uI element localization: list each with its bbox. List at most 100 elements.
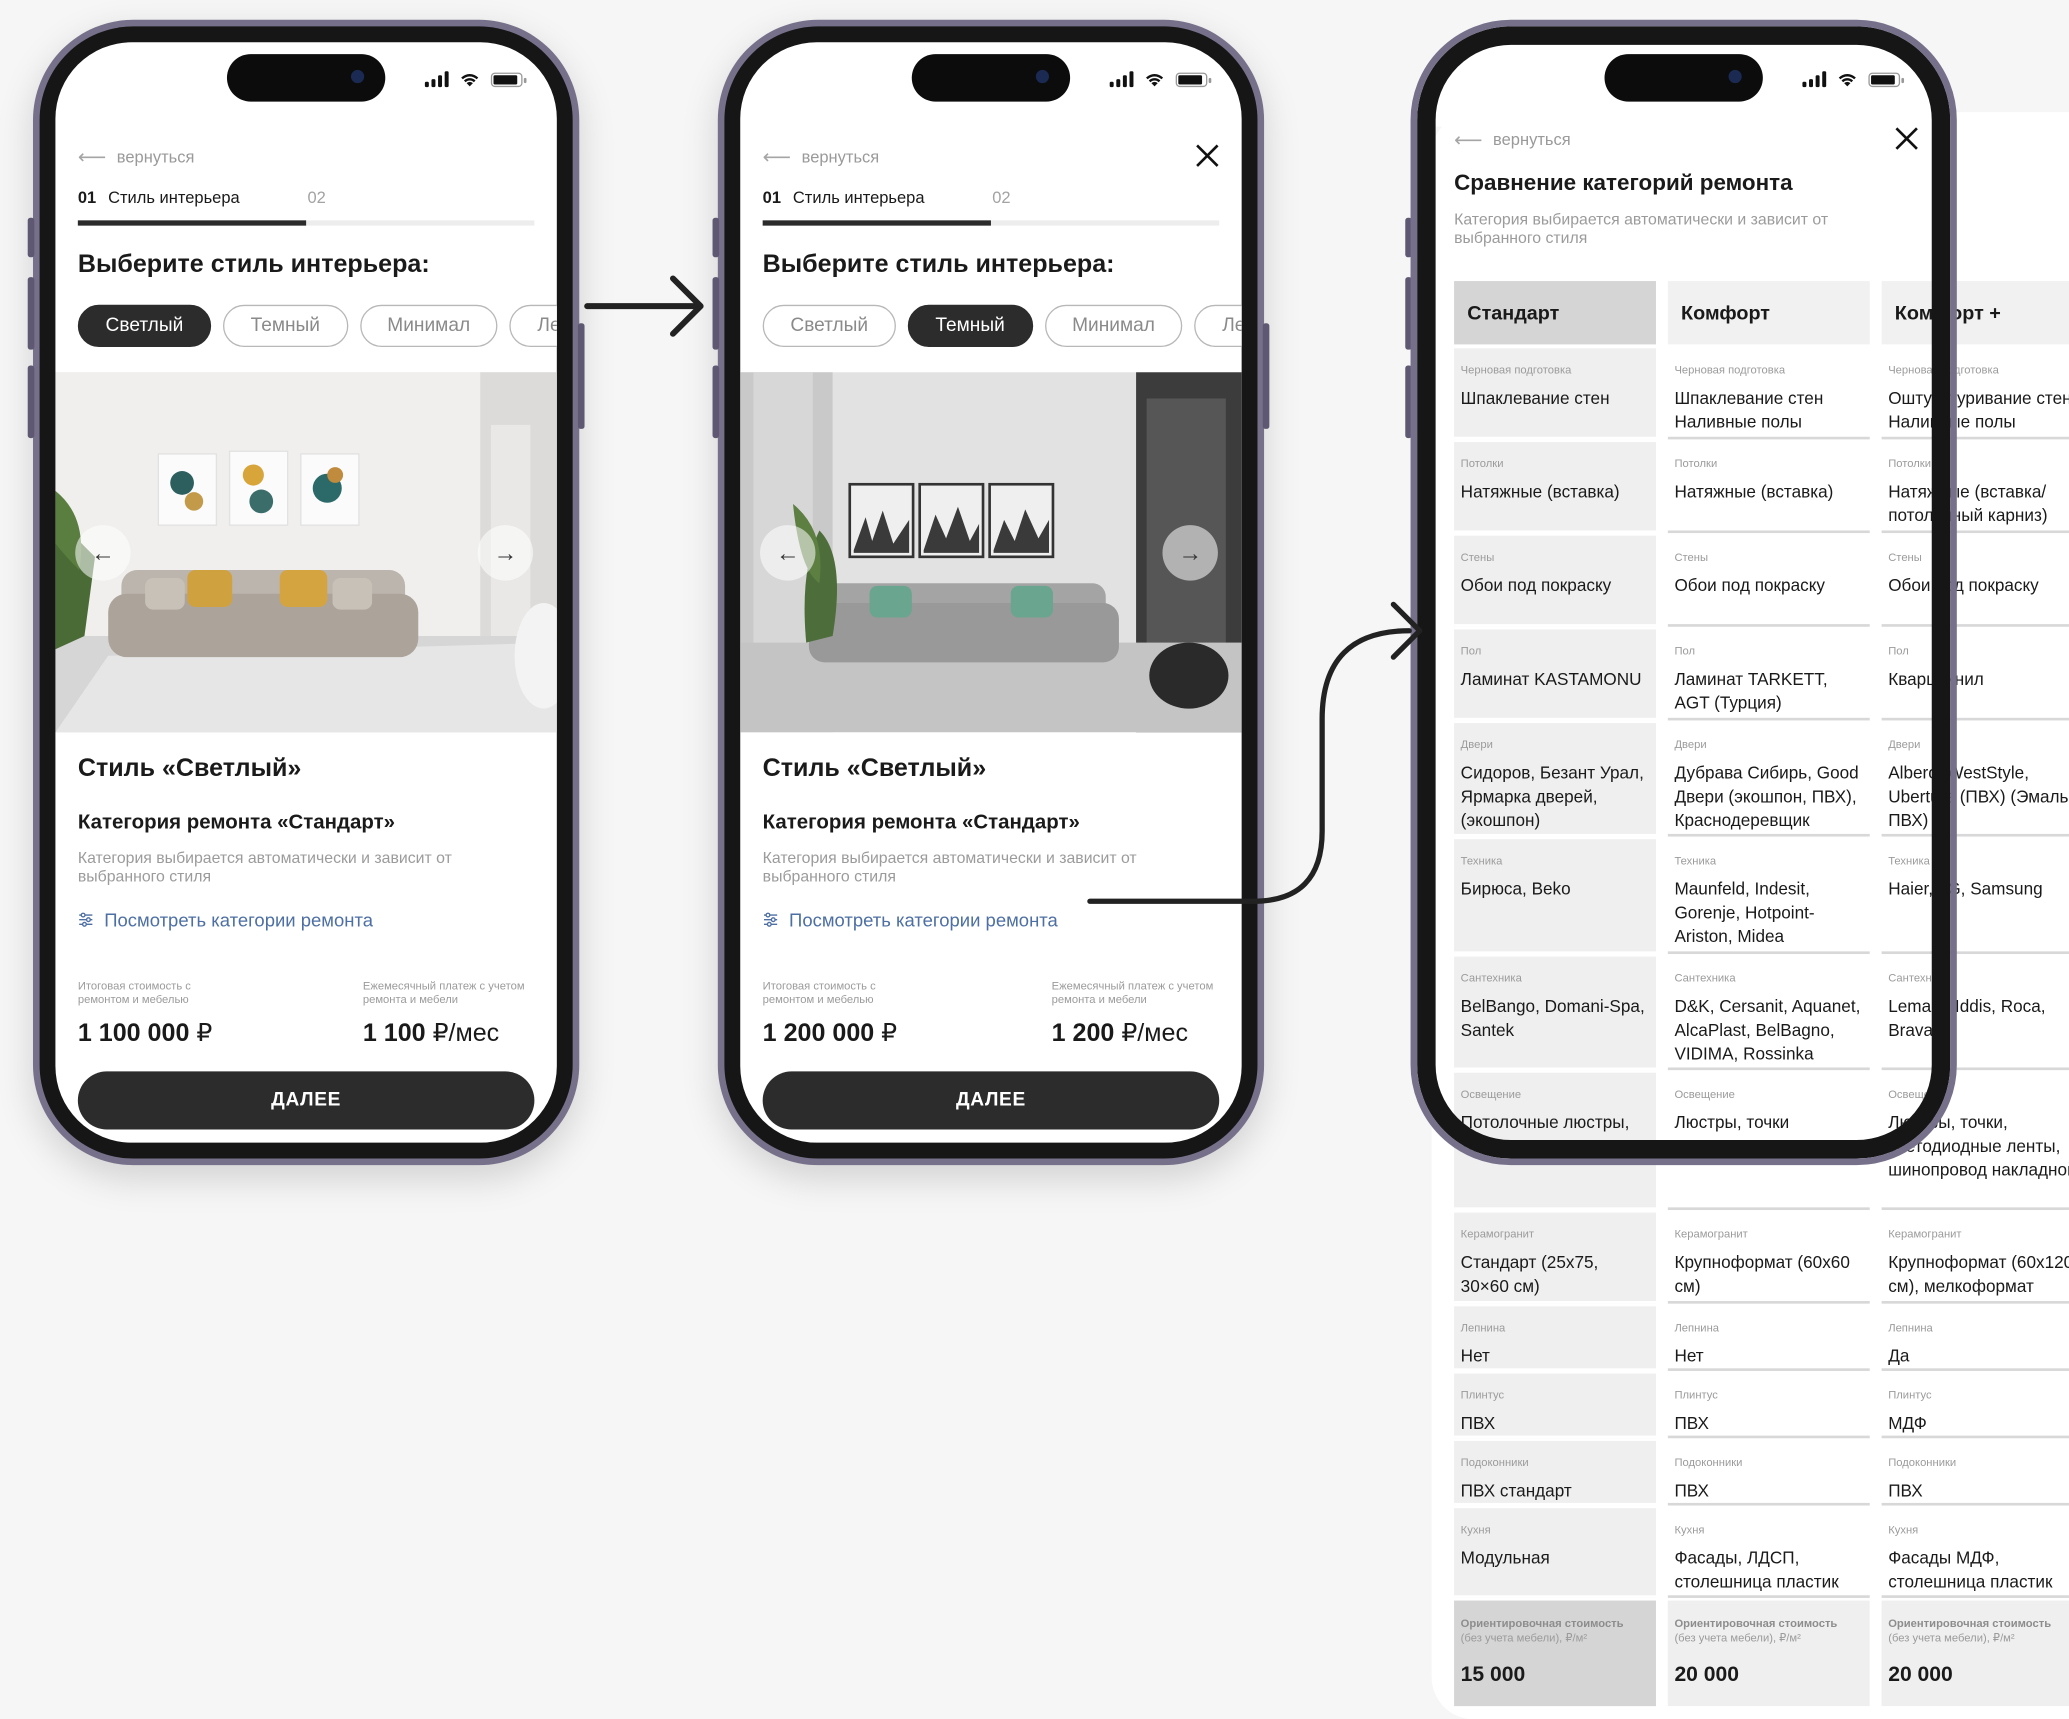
cost-label: Ориентировочная стоимость: [1888, 1616, 2052, 1630]
style-title: Стиль «Светлый»: [762, 754, 987, 783]
cell-label: Плинтус: [1674, 1388, 1718, 1402]
cell-value: Фасады, ЛДСП, столешница пластик: [1674, 1547, 1839, 1592]
style-chips: Светлый Темный Минимал Ле: [77, 304, 557, 348]
cell-label: Плинтус: [1888, 1388, 1932, 1402]
arrow-left-icon: ⟵: [77, 146, 107, 169]
cost-note: (без учета мебели), ₽/м²: [1460, 1630, 1588, 1645]
step1-label: Стиль интерьера: [108, 188, 240, 208]
battery-icon: [490, 71, 527, 87]
cost-note: (без учета мебели), ₽/м²: [1674, 1630, 1801, 1645]
cell-label: Лепнина: [1460, 1320, 1506, 1335]
monthly-price: 1 100 ₽/мес: [362, 1019, 500, 1048]
arrow-right-icon: →: [1178, 539, 1203, 566]
stepper: 01 Стиль интерьера 02: [77, 188, 535, 226]
view-categories-link[interactable]: Посмотреть категории ремонта: [763, 909, 1058, 930]
arrow-left-icon: ⟵: [762, 146, 792, 169]
cell-label: Плинтус: [1460, 1388, 1505, 1402]
cell-value: ПВХ: [1460, 1413, 1496, 1433]
cost-cell: Ориентировочная стоимость (без учета мебе…: [1667, 1600, 1870, 1707]
style-title: Стиль «Светлый»: [77, 754, 302, 783]
back-link[interactable]: ⟵ вернуться: [77, 145, 195, 169]
table-cell: Лепнина Нет: [1667, 1306, 1870, 1371]
signal-icon: [424, 71, 449, 88]
cost-value: 15 000: [1460, 1663, 1526, 1687]
cell-label: Лепнина: [1674, 1320, 1720, 1335]
category-title: Категория ремонта «Стандарт»: [77, 811, 396, 834]
dynamic-island: [911, 54, 1071, 102]
total-price: 1 100 000 ₽: [77, 1019, 213, 1048]
next-image-button[interactable]: →: [477, 525, 534, 581]
filter-icon: [79, 912, 93, 927]
table-cell: Лепнина Нет: [1454, 1306, 1656, 1371]
table-cell: Лепнина Да: [1881, 1306, 2069, 1371]
interior-photo-dark: ← →: [740, 372, 1242, 733]
cell-value: Да: [1888, 1345, 1910, 1366]
step-progress: [762, 220, 1220, 226]
category-description: Категория выбирается автоматически и зав…: [77, 848, 452, 886]
chip-dark[interactable]: Темный: [222, 304, 348, 348]
chip-dark[interactable]: Темный: [907, 304, 1033, 348]
wifi-icon: [461, 74, 479, 87]
cell-label: Кухня: [1674, 1522, 1705, 1536]
prev-image-button[interactable]: ←: [760, 525, 816, 581]
dynamic-island: [1604, 54, 1763, 102]
signal-icon: [1109, 71, 1134, 88]
category-description: Категория выбирается автоматически и зав…: [762, 848, 1137, 886]
cell-value: ПВХ стандарт: [1460, 1480, 1572, 1501]
cell-label: Подоконники: [1888, 1455, 1957, 1469]
step2-number: 02: [992, 188, 1011, 208]
table-cell: Подоконники ПВХ стандарт: [1454, 1440, 1656, 1506]
chip-light[interactable]: Светлый: [762, 304, 896, 348]
cost-value: 20 000: [1674, 1663, 1740, 1687]
chip-light[interactable]: Светлый: [77, 304, 211, 348]
phone-mockup-compare: [1405, 19, 1957, 1166]
category-title: Категория ремонта «Стандарт»: [762, 811, 1080, 834]
cost-value: 20 000: [1888, 1663, 1953, 1687]
next-button[interactable]: ДАЛЕЕ: [77, 1071, 535, 1130]
phone-mockup-light: ⟵ вернуться 01 Стиль интерьера 02 Выберите…: [27, 19, 585, 1166]
table-cell: Керамогранит Крупноформат (60х120 см), ме…: [1881, 1213, 2069, 1304]
screen-style-dark: ⟵ вернуться 01 Стиль интерьера 02 Выберите…: [740, 42, 1242, 1143]
status-bar: [424, 71, 527, 88]
cell-label: Керамогранит: [1674, 1227, 1748, 1241]
screen-style-light: ⟵ вернуться 01 Стиль интерьера 02 Выберите…: [55, 42, 557, 1143]
page-title: Выберите стиль интерьера:: [762, 250, 1115, 279]
next-image-button[interactable]: →: [1162, 525, 1218, 581]
monthly-payment-label: Ежемесячный платеж с учетом ремонта и ме…: [1051, 979, 1214, 1006]
cost-label: Ориентировочная стоимость: [1460, 1616, 1624, 1630]
cost-cell: Ориентировочная стоимость (без учета мебе…: [1454, 1600, 1656, 1707]
next-button[interactable]: ДАЛЕЕ: [762, 1071, 1220, 1130]
chip-minimal[interactable]: Минимал: [359, 304, 498, 348]
table-cell: Подоконники ПВХ: [1667, 1441, 1870, 1506]
cost-note: (без учета мебели), ₽/м²: [1888, 1630, 2015, 1645]
page-title: Выберите стиль интерьера:: [77, 250, 430, 279]
battery-icon: [1175, 71, 1212, 87]
step1-number: 01: [77, 188, 97, 208]
monthly-price: 1 200 ₽/мес: [1051, 1019, 1188, 1048]
battery-icon: [1868, 71, 1905, 87]
arrow-screen1-to-screen2: [584, 275, 704, 337]
view-categories-link[interactable]: Посмотреть категории ремонта: [78, 909, 373, 930]
cost-cell: Ориентировочная стоимость (без учета мебе…: [1881, 1600, 2069, 1707]
total-cost-label: Итоговая стоимость с ремонтом и мебелью: [762, 979, 876, 1006]
cell-label: Керамогранит: [1460, 1227, 1535, 1241]
step1-number: 01: [762, 188, 782, 208]
cell-label: Кухня: [1888, 1522, 1919, 1536]
table-cell: Кухня Модульная: [1454, 1508, 1656, 1598]
prev-image-button[interactable]: ←: [75, 525, 131, 581]
cell-value: Фасады МДФ, столешница пластик: [1888, 1547, 2053, 1592]
table-cell: Плинтус ПВХ: [1454, 1373, 1656, 1439]
chip-minimal[interactable]: Минимал: [1044, 304, 1183, 348]
monthly-payment-label: Ежемесячный платеж с учетом ремонта и ме…: [362, 979, 525, 1006]
table-cell: Керамогранит Крупноформат (60х60 см): [1667, 1213, 1870, 1304]
back-link[interactable]: ⟵ вернуться: [762, 145, 880, 169]
cell-value: Стандарт (25х75, 30×60 см): [1460, 1252, 1599, 1296]
close-icon[interactable]: [1194, 143, 1220, 169]
chip-loft[interactable]: Ле: [1194, 304, 1242, 348]
dynamic-island: [226, 54, 386, 102]
arrow-left-icon: ←: [775, 539, 800, 566]
table-cell: Подоконники ПВХ: [1881, 1441, 2069, 1506]
chip-loft[interactable]: Ле: [509, 304, 557, 348]
cell-value: Нет: [1460, 1345, 1490, 1366]
style-chips: Светлый Темный Минимал Ле: [762, 304, 1242, 348]
